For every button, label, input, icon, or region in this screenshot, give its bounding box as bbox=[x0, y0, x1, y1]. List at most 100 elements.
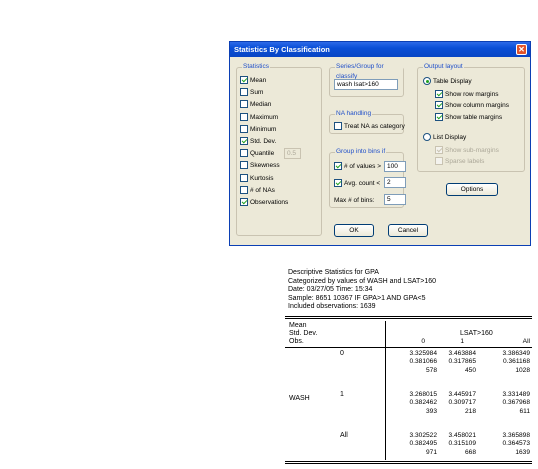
stub-vertical-rule bbox=[385, 321, 386, 460]
row-label: 1 bbox=[340, 391, 344, 398]
output-header-line: Date: 03/27/05 Time: 15:34 bbox=[288, 286, 373, 294]
output-header-line: Sample: 8651 10367 IF GPA>1 AND GPA<5 bbox=[288, 294, 426, 302]
stat-checkbox[interactable] bbox=[240, 112, 248, 121]
stat-checkbox[interactable] bbox=[240, 88, 248, 97]
table-cell: 0.367968 bbox=[502, 399, 530, 407]
table-cell: 450 bbox=[464, 366, 476, 374]
stat-checkbox[interactable] bbox=[240, 185, 248, 194]
column-group-header: LSAT>160 bbox=[460, 330, 493, 337]
table-cell: 1639 bbox=[515, 448, 530, 456]
stub-label: Mean bbox=[289, 322, 307, 329]
table-cell: 3.458021 bbox=[448, 432, 476, 439]
table-cell: 3.365898 bbox=[502, 432, 530, 439]
max-bins-input[interactable]: 5 bbox=[384, 194, 406, 205]
table-cell: 0.364573 bbox=[502, 440, 530, 448]
cancel-button[interactable]: Cancel bbox=[388, 224, 428, 237]
table-cell: 3.445917 bbox=[448, 391, 476, 398]
count-bin-label: Avg. count < bbox=[344, 180, 381, 187]
row-margins-checkbox[interactable] bbox=[435, 90, 443, 98]
ok-button[interactable]: OK bbox=[334, 224, 374, 237]
close-button[interactable]: ✕ bbox=[516, 44, 527, 55]
list-display-label: List Display bbox=[433, 134, 467, 141]
values-bin-checkbox[interactable] bbox=[334, 162, 342, 170]
column-header: 1 bbox=[460, 338, 464, 345]
close-icon: ✕ bbox=[518, 45, 525, 54]
table-cell: 3.302522 bbox=[409, 432, 437, 439]
column-margins-checkbox[interactable] bbox=[435, 101, 443, 109]
table-cell: 0.309717 bbox=[448, 399, 476, 407]
table-cell: 218 bbox=[464, 407, 476, 415]
count-bin-checkbox[interactable] bbox=[334, 179, 342, 187]
stat-checkbox[interactable] bbox=[240, 137, 248, 145]
sparse-labels-checkbox[interactable] bbox=[435, 157, 443, 165]
table-margins-checkbox[interactable] bbox=[435, 113, 443, 121]
stat-checkbox[interactable] bbox=[240, 76, 248, 84]
stat-checkbox[interactable] bbox=[240, 100, 248, 109]
table-top-rule bbox=[285, 316, 532, 317]
table-bottom-rule bbox=[285, 461, 532, 462]
table-cell: 0.315109 bbox=[448, 440, 476, 448]
sparse-labels-label: Sparse labels bbox=[445, 158, 485, 165]
output-header-line: Included observations: 1639 bbox=[288, 303, 376, 311]
row-label: All bbox=[340, 432, 348, 439]
count-bin-input[interactable]: 2 bbox=[384, 177, 406, 188]
series-input[interactable]: wash lsat>160 bbox=[334, 79, 398, 90]
quantile-input[interactable]: 0.5 bbox=[284, 148, 301, 160]
stat-checkbox[interactable] bbox=[240, 173, 248, 182]
dialog-title: Statistics By Classification bbox=[230, 42, 530, 57]
table-cell: 3.331489 bbox=[502, 391, 530, 398]
stat-label: Minimum bbox=[250, 125, 277, 133]
statistics-group-title: Statistics bbox=[242, 62, 271, 72]
table-display-radio[interactable] bbox=[423, 77, 431, 85]
table-cell: 0.382495 bbox=[409, 440, 437, 448]
stat-label: Sum bbox=[250, 89, 264, 97]
stat-label: Std. Dev. bbox=[250, 138, 277, 145]
table-cell: 971 bbox=[425, 448, 437, 456]
table-cell: 3.386349 bbox=[502, 350, 530, 357]
stat-checkbox[interactable] bbox=[240, 124, 248, 133]
treat-na-checkbox[interactable] bbox=[334, 122, 342, 130]
stat-checkbox[interactable] bbox=[240, 149, 248, 158]
row-margins-label: Show row margins bbox=[445, 91, 499, 98]
table-cell: 611 bbox=[519, 407, 530, 415]
treat-na-label: Treat NA as category bbox=[344, 123, 405, 130]
stat-label: Maximum bbox=[250, 113, 279, 121]
statistics-group: Statistics bbox=[236, 62, 322, 236]
table-cell: 3.463884 bbox=[448, 350, 476, 357]
stat-label: Skewness bbox=[250, 162, 280, 170]
output-header-line: Descriptive Statistics for GPA bbox=[288, 269, 379, 276]
options-button[interactable]: Options bbox=[446, 183, 498, 196]
table-top-rule-2 bbox=[285, 318, 532, 319]
column-margins-label: Show column margins bbox=[445, 102, 509, 109]
stat-label: # of NAs bbox=[250, 186, 275, 194]
stat-checkbox[interactable] bbox=[240, 198, 248, 206]
table-cell: 1028 bbox=[515, 366, 530, 374]
stat-label: Kurtosis bbox=[250, 174, 274, 182]
table-cell: 3.268015 bbox=[409, 391, 437, 398]
values-bin-input[interactable]: 100 bbox=[384, 161, 406, 172]
output-layout-title: Output layout bbox=[423, 62, 464, 72]
bins-group-title: Group into bins if bbox=[335, 147, 387, 157]
table-cell: 0.381066 bbox=[409, 358, 437, 366]
values-bin-label: # of values > bbox=[344, 163, 382, 170]
stat-label: Observations bbox=[250, 199, 289, 206]
table-display-label: Table Display bbox=[433, 78, 472, 85]
sub-margins-label: Show sub-margins bbox=[445, 147, 499, 154]
output-header-line: Categorized by values of WASH and LSAT>1… bbox=[288, 277, 437, 285]
table-cell: 668 bbox=[464, 448, 476, 456]
stat-label: Mean bbox=[250, 77, 267, 84]
table-cell: 0.361168 bbox=[502, 358, 530, 366]
column-header: 0 bbox=[421, 338, 425, 345]
table-bottom-rule-2 bbox=[285, 463, 532, 464]
stub-label: Std. Dev. bbox=[289, 330, 318, 338]
sub-margins-checkbox[interactable] bbox=[435, 146, 443, 154]
stat-checkbox[interactable] bbox=[240, 161, 248, 170]
row-variable-label: WASH bbox=[289, 395, 310, 402]
table-margins-label: Show table margins bbox=[445, 114, 503, 121]
header-rule bbox=[285, 347, 532, 348]
list-display-radio[interactable] bbox=[423, 133, 431, 141]
table-cell: 578 bbox=[425, 366, 437, 374]
row-label: 0 bbox=[340, 350, 344, 357]
table-cell: 393 bbox=[425, 407, 437, 415]
stub-label: Obs. bbox=[289, 338, 304, 346]
